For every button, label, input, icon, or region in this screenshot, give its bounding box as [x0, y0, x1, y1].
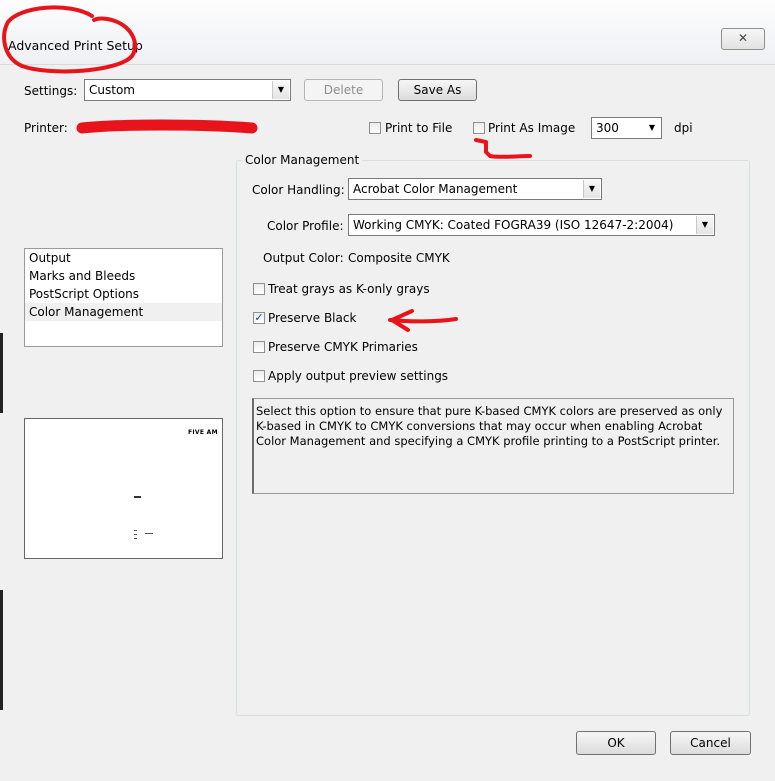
list-item-color-management[interactable]: Color Management	[25, 303, 222, 321]
output-color-value: Composite CMYK	[348, 251, 450, 265]
close-button[interactable]: ✕	[721, 28, 765, 50]
color-profile-select[interactable]: Working CMYK: Coated FOGRA39 (ISO 12647-…	[348, 214, 715, 236]
delete-button[interactable]: Delete	[304, 79, 383, 101]
preview-brand-text: FIVE AM	[188, 429, 218, 436]
option-description: Select this option to ensure that pure K…	[252, 398, 734, 494]
checkmark-icon: ✓	[254, 311, 264, 324]
dpi-select[interactable]: 300 ▼	[591, 117, 662, 139]
window-edge	[0, 590, 3, 710]
preserve-cmyk-primaries-checkbox[interactable]	[253, 341, 265, 353]
settings-select[interactable]: Custom ▼	[84, 79, 291, 101]
print-as-image-annotation	[474, 138, 532, 159]
preserve-cmyk-primaries-label: Preserve CMYK Primaries	[268, 340, 418, 354]
print-to-file-label: Print to File	[385, 121, 453, 135]
cancel-button[interactable]: Cancel	[670, 731, 751, 755]
save-as-button[interactable]: Save As	[398, 79, 477, 101]
category-list: Output Marks and Bleeds PostScript Optio…	[24, 248, 223, 347]
apply-output-preview-label: Apply output preview settings	[268, 369, 449, 383]
list-item-output[interactable]: Output	[25, 249, 222, 267]
preserve-black-checkbox[interactable]: ✓	[253, 312, 265, 324]
preview-mark	[134, 534, 137, 535]
apply-output-preview-checkbox[interactable]	[253, 370, 265, 382]
color-management-group-title: Color Management	[242, 153, 363, 167]
color-handling-value: Acrobat Color Management	[353, 182, 518, 196]
advanced-print-setup-dialog: Advanced Print Setup ✕ Settings: Custom …	[0, 0, 775, 781]
title-bar: Advanced Print Setup ✕	[0, 0, 775, 65]
ok-button[interactable]: OK	[576, 731, 656, 755]
list-item-postscript-options[interactable]: PostScript Options	[25, 285, 222, 303]
color-profile-value: Working CMYK: Coated FOGRA39 (ISO 12647-…	[353, 218, 674, 232]
treat-grays-checkbox[interactable]	[253, 283, 265, 295]
preserve-black-label: Preserve Black	[268, 311, 357, 325]
settings-label: Settings:	[24, 84, 78, 98]
chevron-down-icon: ▼	[696, 216, 713, 234]
treat-grays-label: Treat grays as K-only grays	[268, 282, 430, 296]
dpi-value: 300	[596, 121, 619, 135]
chevron-down-icon: ▼	[272, 81, 289, 99]
window-edge	[0, 333, 3, 413]
preview-mark	[134, 538, 137, 539]
printer-label: Printer:	[24, 121, 68, 135]
color-handling-label: Color Handling:	[252, 183, 345, 197]
printer-redaction-mark	[76, 119, 258, 134]
chevron-down-icon: ▼	[583, 180, 600, 198]
settings-value: Custom	[89, 83, 135, 97]
close-icon: ✕	[737, 31, 749, 45]
color-handling-select[interactable]: Acrobat Color Management ▼	[348, 178, 602, 200]
preview-mark	[134, 530, 137, 531]
dialog-title: Advanced Print Setup	[8, 38, 143, 53]
preview-mark	[134, 496, 141, 498]
chevron-down-icon: ▼	[644, 119, 660, 137]
output-color-label: Output Color:	[263, 251, 344, 265]
preview-mark	[145, 533, 153, 534]
dpi-unit: dpi	[674, 121, 693, 135]
print-as-image-label: Print As Image	[488, 121, 576, 135]
list-item-marks-and-bleeds[interactable]: Marks and Bleeds	[25, 267, 222, 285]
print-to-file-checkbox[interactable]	[369, 122, 381, 134]
print-as-image-checkbox[interactable]	[473, 122, 485, 134]
page-preview: FIVE AM	[24, 418, 223, 559]
color-profile-label: Color Profile:	[267, 219, 344, 233]
